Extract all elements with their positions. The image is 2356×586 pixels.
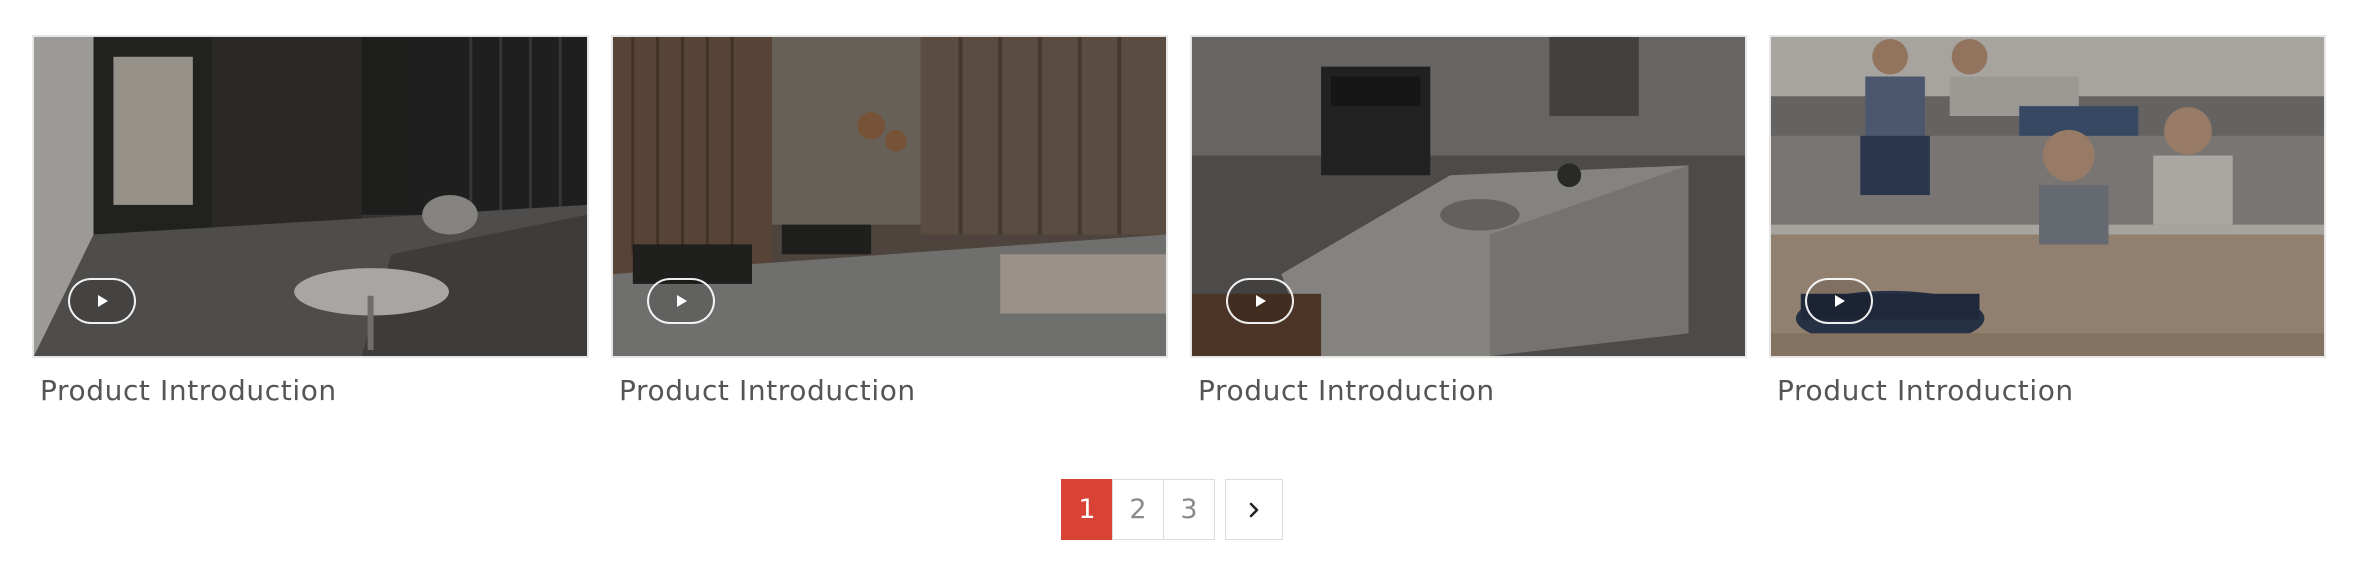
video-thumbnail[interactable] — [1769, 35, 2326, 358]
page-2-button[interactable]: 2 — [1112, 479, 1164, 540]
next-page-button[interactable] — [1225, 479, 1283, 540]
video-thumbnail[interactable] — [32, 35, 589, 358]
page-1-button[interactable]: 1 — [1061, 479, 1113, 540]
chevron-right-icon — [1249, 502, 1259, 517]
video-thumbnail[interactable] — [1190, 35, 1747, 358]
video-title[interactable]: Product Introduction — [32, 374, 589, 407]
play-icon — [1835, 295, 1845, 307]
play-button[interactable] — [1805, 278, 1873, 324]
video-card[interactable]: Product Introduction — [611, 35, 1168, 407]
play-icon — [98, 295, 108, 307]
video-card[interactable]: Product Introduction — [1190, 35, 1747, 407]
video-grid: Product Introduction Product Introductio… — [32, 35, 2326, 407]
video-thumbnail[interactable] — [611, 35, 1168, 358]
play-button[interactable] — [1226, 278, 1294, 324]
page-3-button[interactable]: 3 — [1163, 479, 1215, 540]
play-button[interactable] — [647, 278, 715, 324]
video-card[interactable]: Product Introduction — [32, 35, 589, 407]
video-card[interactable]: Product Introduction — [1769, 35, 2326, 407]
pagination: 1 2 3 — [1061, 479, 1283, 540]
play-icon — [677, 295, 687, 307]
video-title[interactable]: Product Introduction — [1769, 374, 2326, 407]
play-button[interactable] — [68, 278, 136, 324]
play-icon — [1256, 295, 1266, 307]
video-title[interactable]: Product Introduction — [611, 374, 1168, 407]
video-gallery-page: Product Introduction Product Introductio… — [0, 0, 2356, 586]
video-title[interactable]: Product Introduction — [1190, 374, 1747, 407]
